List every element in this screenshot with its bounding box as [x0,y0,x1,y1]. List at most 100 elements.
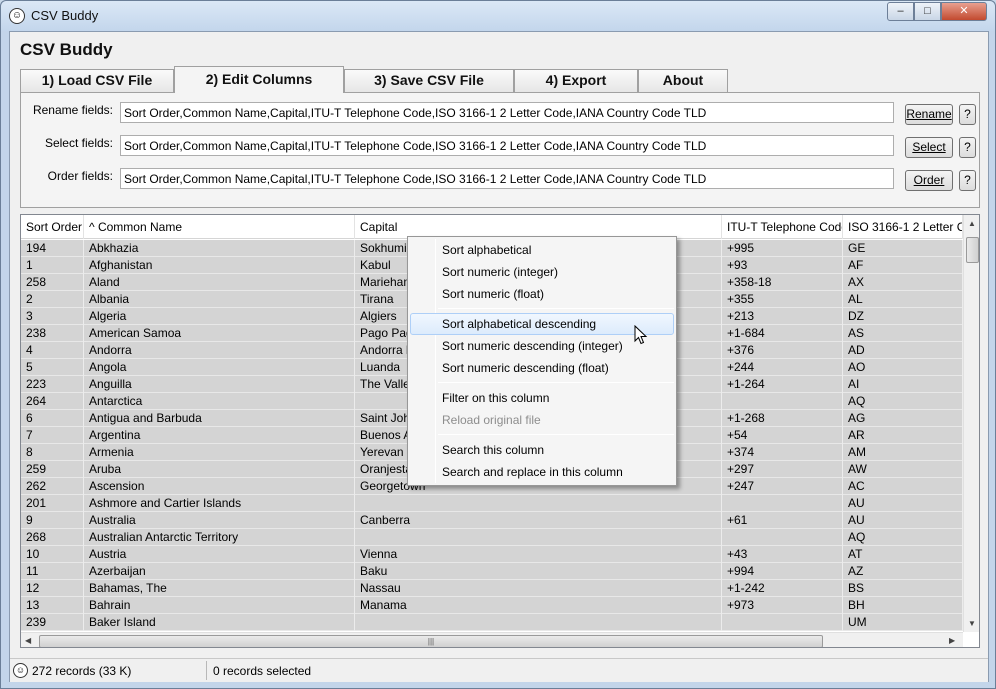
menu-item-sort-alphabetical[interactable]: Sort alphabetical [410,239,674,261]
cell-common-name[interactable]: Argentina [84,427,355,444]
cell-sort-order[interactable]: 223 [21,376,84,393]
cell-common-name[interactable]: Baker Island [84,614,355,631]
horizontal-scrollbar[interactable]: ◀ ||| ▶ [21,632,963,647]
menu-item-sort-numeric-integer[interactable]: Sort numeric (integer) [410,261,674,283]
cell-common-name[interactable]: Andorra [84,342,355,359]
cell-common-name[interactable]: Armenia [84,444,355,461]
cell-iso-code[interactable]: AO [843,359,963,376]
cell-iso-code[interactable]: AR [843,427,963,444]
rename-fields-input[interactable]: Sort Order,Common Name,Capital,ITU-T Tel… [120,102,894,123]
cell-sort-order[interactable]: 4 [21,342,84,359]
cell-sort-order[interactable]: 9 [21,512,84,529]
order-fields-input[interactable]: Sort Order,Common Name,Capital,ITU-T Tel… [120,168,894,189]
cell-capital[interactable] [355,614,722,631]
cell-sort-order[interactable]: 1 [21,257,84,274]
cell-iso-code[interactable]: AW [843,461,963,478]
select-fields-input[interactable]: Sort Order,Common Name,Capital,ITU-T Tel… [120,135,894,156]
cell-sort-order[interactable]: 2 [21,291,84,308]
cell-sort-order[interactable]: 268 [21,529,84,546]
cell-capital[interactable]: Manama [355,597,722,614]
cell-common-name[interactable]: Algeria [84,308,355,325]
cell-common-name[interactable]: American Samoa [84,325,355,342]
cell-iso-code[interactable]: AU [843,495,963,512]
cell-capital[interactable]: Baku [355,563,722,580]
cell-capital[interactable]: Nassau [355,580,722,597]
rename-button[interactable]: Rename [905,104,953,125]
cell-sort-order[interactable]: 259 [21,461,84,478]
cell-sort-order[interactable]: 11 [21,563,84,580]
cell-sort-order[interactable]: 239 [21,614,84,631]
cell-itu-code[interactable]: +1-264 [722,376,843,393]
rename-help-button[interactable]: ? [959,104,976,125]
cell-sort-order[interactable]: 10 [21,546,84,563]
horizontal-scroll-thumb[interactable]: ||| [39,635,823,647]
tab-export[interactable]: 4) Export [514,69,638,92]
scroll-left-icon[interactable]: ◀ [25,636,31,645]
table-row[interactable]: 268 Australian Antarctic Territory AQ [21,529,963,546]
cell-itu-code[interactable] [722,495,843,512]
cell-common-name[interactable]: Bahamas, The [84,580,355,597]
cell-sort-order[interactable]: 8 [21,444,84,461]
column-header-sort-order[interactable]: Sort Order [21,215,84,239]
table-row[interactable]: 12 Bahamas, The Nassau +1-242 BS [21,580,963,597]
cell-iso-code[interactable]: AQ [843,529,963,546]
cell-itu-code[interactable]: +994 [722,563,843,580]
cell-itu-code[interactable]: +376 [722,342,843,359]
select-help-button[interactable]: ? [959,137,976,158]
cell-common-name[interactable]: Antarctica [84,393,355,410]
cell-itu-code[interactable]: +297 [722,461,843,478]
cell-itu-code[interactable]: +213 [722,308,843,325]
cell-itu-code[interactable]: +1-242 [722,580,843,597]
cell-itu-code[interactable] [722,614,843,631]
cell-iso-code[interactable]: AI [843,376,963,393]
table-row[interactable]: 10 Austria Vienna +43 AT [21,546,963,563]
cell-itu-code[interactable]: +973 [722,597,843,614]
cell-itu-code[interactable]: +358-18 [722,274,843,291]
cell-common-name[interactable]: Abkhazia [84,240,355,257]
cell-itu-code[interactable]: +355 [722,291,843,308]
cell-itu-code[interactable]: +244 [722,359,843,376]
maximize-button[interactable]: □ [914,2,941,21]
cell-itu-code[interactable]: +374 [722,444,843,461]
cell-common-name[interactable]: Ashmore and Cartier Islands [84,495,355,512]
cell-itu-code[interactable]: +43 [722,546,843,563]
cell-iso-code[interactable]: BH [843,597,963,614]
order-button[interactable]: Order [905,170,953,191]
cell-itu-code[interactable] [722,393,843,410]
menu-item-search-column[interactable]: Search this column [410,439,674,461]
select-button[interactable]: Select [905,137,953,158]
table-row[interactable]: 9 Australia Canberra +61 AU [21,512,963,529]
cell-common-name[interactable]: Aruba [84,461,355,478]
menu-item-sort-numeric-float[interactable]: Sort numeric (float) [410,283,674,305]
cell-sort-order[interactable]: 264 [21,393,84,410]
cell-common-name[interactable]: Azerbaijan [84,563,355,580]
cell-capital[interactable]: Vienna [355,546,722,563]
cell-sort-order[interactable]: 5 [21,359,84,376]
table-row[interactable]: 13 Bahrain Manama +973 BH [21,597,963,614]
cell-common-name[interactable]: Albania [84,291,355,308]
cell-iso-code[interactable]: AZ [843,563,963,580]
cell-sort-order[interactable]: 262 [21,478,84,495]
menu-item-sort-numeric-descending-float[interactable]: Sort numeric descending (float) [410,357,674,379]
cell-iso-code[interactable]: AM [843,444,963,461]
scroll-up-icon[interactable]: ▲ [968,219,976,228]
cell-common-name[interactable]: Anguilla [84,376,355,393]
cell-sort-order[interactable]: 194 [21,240,84,257]
title-bar[interactable]: ☺ CSV Buddy – □ ✕ [1,1,995,31]
cell-sort-order[interactable]: 13 [21,597,84,614]
cell-iso-code[interactable]: BS [843,580,963,597]
cell-iso-code[interactable]: AQ [843,393,963,410]
vertical-scrollbar[interactable]: ▲ ▼ [963,215,979,632]
vertical-scroll-thumb[interactable] [966,237,979,263]
cell-common-name[interactable]: Australian Antarctic Territory [84,529,355,546]
scroll-right-icon[interactable]: ▶ [949,636,955,645]
cell-capital[interactable] [355,529,722,546]
cell-iso-code[interactable]: AC [843,478,963,495]
cell-sort-order[interactable]: 6 [21,410,84,427]
cell-sort-order[interactable]: 201 [21,495,84,512]
tab-about[interactable]: About [638,69,728,92]
cell-common-name[interactable]: Australia [84,512,355,529]
table-row[interactable]: 239 Baker Island UM [21,614,963,631]
scroll-down-icon[interactable]: ▼ [968,619,976,628]
cell-itu-code[interactable]: +93 [722,257,843,274]
